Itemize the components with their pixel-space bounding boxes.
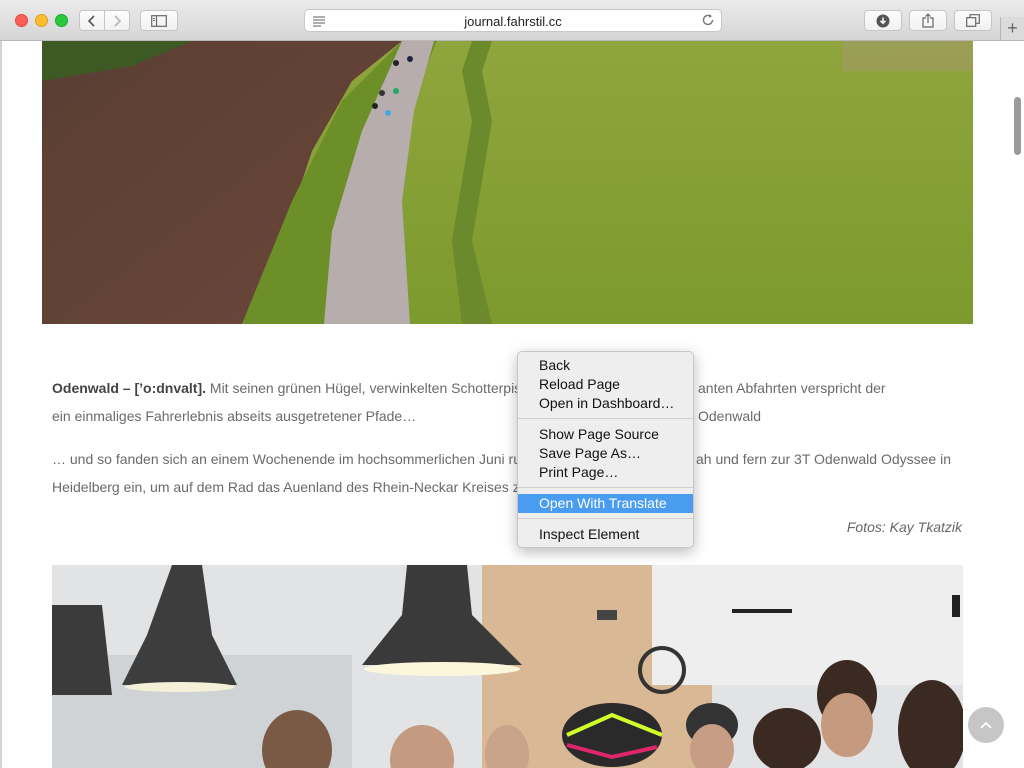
- cafe-image: [52, 565, 963, 768]
- paragraph-line: … und so fanden sich an einem Wochenende…: [52, 445, 952, 473]
- download-icon: [876, 14, 890, 27]
- reload-icon[interactable]: [701, 13, 715, 27]
- chevron-left-icon: [88, 14, 95, 27]
- zoom-window-button[interactable]: [55, 14, 68, 27]
- menu-item-show-page-source[interactable]: Show Page Source: [518, 425, 693, 444]
- photo-credit: Fotos: Kay Tkatzik: [846, 519, 962, 535]
- menu-separator: [518, 518, 693, 519]
- address-bar[interactable]: journal.fahrstil.cc: [304, 9, 722, 32]
- menu-item-inspect-element[interactable]: Inspect Element: [518, 525, 693, 544]
- share-button[interactable]: [909, 10, 947, 31]
- context-menu: Back Reload Page Open in Dashboard… Show…: [517, 351, 694, 548]
- paragraph-line: Heidelberg ein, um auf dem Rad das Auenl…: [52, 479, 528, 495]
- vertical-scrollbar[interactable]: [1014, 97, 1021, 155]
- menu-item-save-page-as[interactable]: Save Page As…: [518, 444, 693, 463]
- menu-item-open-with-translate[interactable]: Open With Translate: [518, 494, 693, 513]
- back-button[interactable]: [79, 10, 105, 31]
- url-text: journal.fahrstil.cc: [464, 14, 562, 29]
- close-window-button[interactable]: [15, 14, 28, 27]
- menu-item-print-page[interactable]: Print Page…: [518, 463, 693, 482]
- web-page: Odenwald – [’o:dnvalt]. Mit seinen grüne…: [0, 41, 1024, 768]
- article-paragraph-1: Odenwald – [’o:dnvalt]. Mit seinen grüne…: [52, 374, 952, 430]
- menu-item-back[interactable]: Back: [518, 356, 693, 375]
- intro-term: Odenwald – [’o:dnvalt].: [52, 380, 207, 396]
- minimize-window-button[interactable]: [35, 14, 48, 27]
- history-navigation: [79, 10, 131, 31]
- new-tab-button[interactable]: +: [1000, 17, 1024, 40]
- show-sidebar-button[interactable]: [140, 10, 178, 31]
- window-edge: [0, 41, 2, 768]
- downloads-button[interactable]: [864, 10, 902, 31]
- cafe-photo-cyclists: [52, 565, 963, 768]
- chevron-up-icon: [980, 721, 992, 729]
- intro-text: Mit seinen grünen Hügel, verwinkelten Sc…: [206, 380, 533, 396]
- hero-photo-gravel-path: [42, 41, 973, 324]
- paragraph-text: … und so fanden sich an einem Wochenende…: [52, 451, 521, 467]
- intro-text-tail: anten Abfahrten verspricht der Odenwald: [698, 380, 886, 424]
- article-paragraph-2: … und so fanden sich an einem Wochenende…: [52, 445, 952, 501]
- tabs-overview-icon: [966, 14, 980, 27]
- paragraph-text-tail: ah und fern zur 3T Odenwald Odyssee in: [696, 451, 952, 467]
- menu-item-reload-page[interactable]: Reload Page: [518, 375, 693, 394]
- scroll-to-top-button[interactable]: [968, 707, 1004, 743]
- share-icon: [922, 13, 934, 28]
- hero-image: [42, 41, 973, 324]
- menu-separator: [518, 418, 693, 419]
- paragraph-line: Odenwald – [’o:dnvalt]. Mit seinen grüne…: [52, 374, 952, 424]
- sidebar-icon: [151, 14, 167, 27]
- chevron-right-icon: [114, 14, 121, 27]
- browser-toolbar: journal.fahrstil.cc +: [0, 0, 1024, 41]
- menu-separator: [518, 487, 693, 488]
- show-all-tabs-button[interactable]: [954, 10, 992, 31]
- menu-item-open-in-dashboard[interactable]: Open in Dashboard…: [518, 394, 693, 413]
- forward-button[interactable]: [104, 10, 130, 31]
